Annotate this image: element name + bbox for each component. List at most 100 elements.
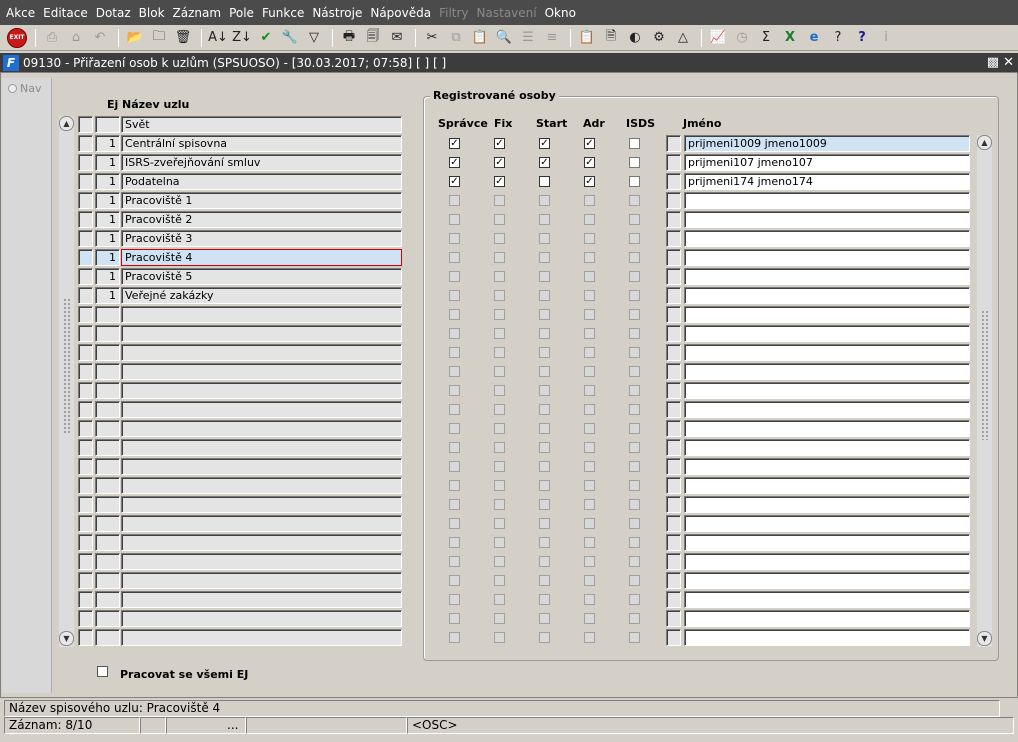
adr-checkbox[interactable] [584,347,595,358]
row-selector[interactable] [666,135,681,152]
sort-descending-icon[interactable]: Z↓ [231,27,253,49]
row-selector[interactable] [666,211,681,228]
row-selector[interactable] [666,553,681,570]
start-checkbox[interactable] [539,537,550,548]
isds-checkbox[interactable] [629,233,640,244]
row-selector[interactable] [78,591,93,608]
node-name-cell[interactable]: Svět [121,116,402,133]
fix-checkbox[interactable] [494,594,505,605]
isds-checkbox[interactable] [629,290,640,301]
sum-icon[interactable]: Σ [755,27,777,49]
row-selector[interactable] [666,401,681,418]
isds-checkbox[interactable] [629,347,640,358]
spravce-checkbox[interactable] [449,423,460,434]
person-name-cell[interactable]: prijmeni1009 jmeno1009 [684,135,970,152]
node-name-cell[interactable]: Centrální spisovna [121,135,402,152]
folder-delete-icon[interactable]: 🗑 [172,27,194,49]
row-selector[interactable] [666,287,681,304]
node-name-cell[interactable] [121,515,402,532]
adr-checkbox[interactable] [584,594,595,605]
spravce-checkbox[interactable] [449,594,460,605]
adr-checkbox[interactable] [584,442,595,453]
outdent-icon[interactable]: ≡ [541,27,563,49]
spravce-checkbox[interactable] [449,309,460,320]
fix-checkbox[interactable] [494,385,505,396]
adr-checkbox[interactable] [584,613,595,624]
start-checkbox[interactable] [539,385,550,396]
node-name-cell[interactable] [121,477,402,494]
node-ej-cell[interactable]: 1 [95,230,120,247]
row-selector[interactable] [78,420,93,437]
start-checkbox[interactable] [539,442,550,453]
adr-checkbox[interactable] [584,252,595,263]
start-checkbox[interactable]: ✓ [539,138,550,149]
document-icon[interactable]: 🗎 [600,27,622,49]
fix-checkbox[interactable]: ✓ [494,157,505,168]
row-selector[interactable] [666,610,681,627]
person-name-cell[interactable] [684,211,970,228]
menu-filtry[interactable]: Filtry [435,6,472,20]
person-name-cell[interactable] [684,230,970,247]
start-checkbox[interactable] [539,480,550,491]
help-question-icon[interactable]: ? [827,27,849,49]
folder-search-icon[interactable]: 📂 [124,27,146,49]
node-ej-cell[interactable] [95,515,120,532]
row-selector[interactable] [78,306,93,323]
row-selector[interactable] [78,363,93,380]
row-selector[interactable] [666,420,681,437]
start-checkbox[interactable] [539,347,550,358]
node-ej-cell[interactable] [95,572,120,589]
row-selector[interactable] [666,173,681,190]
row-selector[interactable] [78,249,93,266]
adr-checkbox[interactable]: ✓ [584,138,595,149]
start-checkbox[interactable] [539,499,550,510]
row-selector[interactable] [78,534,93,551]
node-name-cell[interactable] [121,439,402,456]
spravce-checkbox[interactable] [449,347,460,358]
start-checkbox[interactable] [539,176,550,187]
menu-napoveda[interactable]: Nápověda [366,6,435,20]
adr-checkbox[interactable]: ✓ [584,157,595,168]
node-name-cell[interactable]: Podatelna [121,173,402,190]
spravce-checkbox[interactable]: ✓ [449,138,460,149]
menu-pole[interactable]: Pole [225,6,258,20]
spravce-checkbox[interactable] [449,328,460,339]
spravce-checkbox[interactable] [449,366,460,377]
spravce-checkbox[interactable]: ✓ [449,157,460,168]
all-ej-checkbox[interactable] [97,666,108,677]
menu-zaznam[interactable]: Záznam [169,6,226,20]
folder-add-icon[interactable]: 🗀 [148,27,170,49]
row-selector[interactable] [78,553,93,570]
row-selector[interactable] [78,116,93,133]
node-name-cell[interactable]: Pracoviště 5 [121,268,402,285]
node-name-cell[interactable] [121,325,402,342]
spravce-checkbox[interactable] [449,556,460,567]
person-name-cell[interactable] [684,591,970,608]
node-ej-cell[interactable] [95,591,120,608]
adr-checkbox[interactable] [584,366,595,377]
isds-checkbox[interactable] [629,423,640,434]
adr-checkbox[interactable] [584,575,595,586]
fix-checkbox[interactable] [494,309,505,320]
start-checkbox[interactable] [539,518,550,529]
spravce-checkbox[interactable] [449,499,460,510]
spravce-checkbox[interactable] [449,442,460,453]
adr-checkbox[interactable] [584,518,595,529]
menu-okno[interactable]: Okno [541,6,580,20]
isds-checkbox[interactable] [629,271,640,282]
fix-checkbox[interactable] [494,461,505,472]
menu-editace[interactable]: Editace [39,6,92,20]
nav-option[interactable]: Nav [8,82,41,95]
copy-icon[interactable]: ⧉ [445,27,467,49]
person-name-cell[interactable] [684,515,970,532]
isds-checkbox[interactable] [629,499,640,510]
row-selector[interactable] [78,287,93,304]
adr-checkbox[interactable] [584,195,595,206]
person-name-cell[interactable] [684,401,970,418]
menu-dotaz[interactable]: Dotaz [92,6,135,20]
spravce-checkbox[interactable] [449,214,460,225]
isds-checkbox[interactable] [629,328,640,339]
node-name-cell[interactable] [121,553,402,570]
start-checkbox[interactable]: ✓ [539,157,550,168]
node-name-cell[interactable] [121,496,402,513]
